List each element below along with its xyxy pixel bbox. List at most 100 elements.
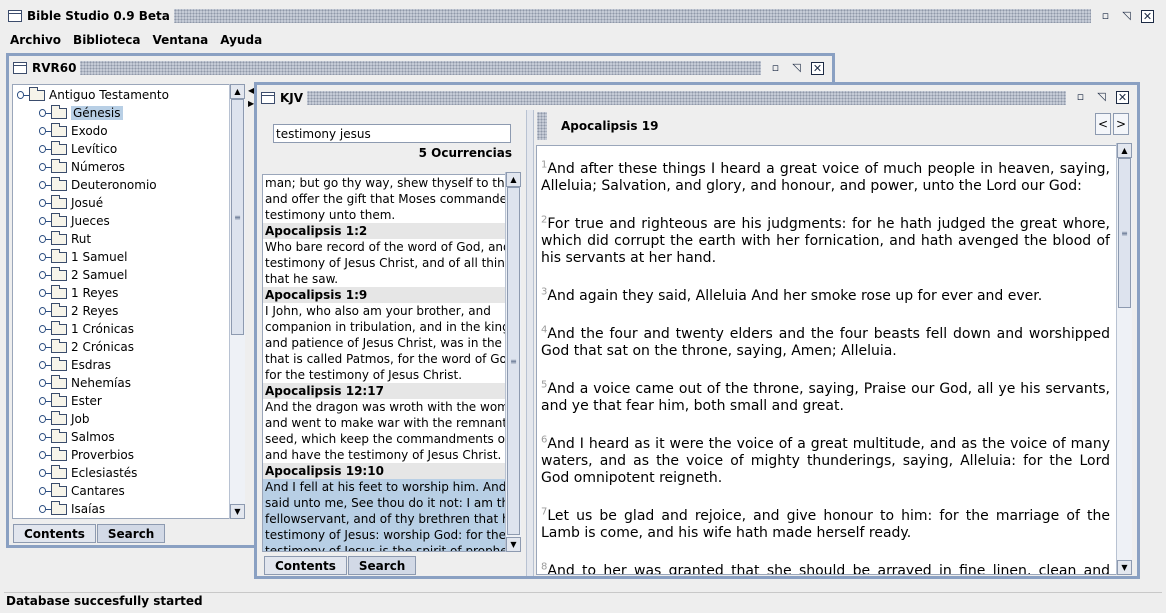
minimize-icon[interactable]: ▫	[1099, 9, 1112, 23]
tree-collapsed-icon[interactable]	[39, 343, 51, 351]
tree-root[interactable]: Antiguo Testamento	[17, 86, 169, 104]
verse[interactable]: 7Let us be glad and rejoice, and give ho…	[541, 507, 1110, 542]
scroll-thumb[interactable]: ≡	[231, 99, 244, 335]
result-text-line[interactable]: for the testimony of Jesus Christ.	[263, 367, 505, 383]
app-titlebar[interactable]: Bible Studio 0.9 Beta ▫ ◹ ✕	[4, 6, 1162, 26]
result-text-line[interactable]: that he saw.	[263, 271, 505, 287]
search-input[interactable]	[273, 124, 511, 143]
result-text-line[interactable]: said unto me, See thou do it not: I am t…	[263, 495, 505, 511]
minimize-icon[interactable]: ▫	[769, 61, 782, 75]
tree-item[interactable]: Job	[39, 410, 90, 428]
tree-collapsed-icon[interactable]	[39, 289, 51, 297]
rvr60-titlebar[interactable]: RVR60 ▫ ◹ ✕	[9, 56, 832, 80]
result-text-line[interactable]: Who bare record of the word of God, and …	[263, 239, 505, 255]
result-text-line[interactable]: that is called Patmos, for the word of G…	[263, 351, 505, 367]
menu-ventana[interactable]: Ventana	[152, 33, 208, 47]
scroll-up-icon[interactable]: ▲	[1117, 143, 1132, 158]
tree-collapsed-icon[interactable]	[39, 307, 51, 315]
verse[interactable]: 3And again they said, Alleluia And her s…	[541, 287, 1110, 305]
menu-archivo[interactable]: Archivo	[10, 33, 61, 47]
scroll-thumb[interactable]: ≡	[507, 187, 520, 535]
tab-contents[interactable]: Contents	[13, 524, 96, 543]
tree-collapsed-icon[interactable]	[39, 235, 51, 243]
tree-item[interactable]: Eclesiastés	[39, 464, 137, 482]
tree-collapsed-icon[interactable]	[39, 397, 51, 405]
close-icon[interactable]: ✕	[811, 61, 824, 75]
result-text-line[interactable]: and went to make war with the remnant of…	[263, 415, 505, 431]
tree-item[interactable]: 1 Reyes	[39, 284, 118, 302]
tree-item[interactable]: Ester	[39, 392, 102, 410]
result-text-line[interactable]: and patience of Jesus Christ, was in the…	[263, 335, 505, 351]
tree-item[interactable]: Exodo	[39, 122, 108, 140]
tree-item[interactable]: 2 Reyes	[39, 302, 118, 320]
result-text-line[interactable]: man; but go thy way, shew thyself to the…	[263, 175, 505, 191]
kjv-titlebar[interactable]: KJV ▫ ◹ ✕	[257, 85, 1137, 110]
scroll-down-icon[interactable]: ▼	[1117, 560, 1132, 575]
tree-collapsed-icon[interactable]	[39, 325, 51, 333]
result-text-line[interactable]: I John, who also am your brother, and	[263, 303, 505, 319]
result-text-line[interactable]: seed, which keep the commandments of God…	[263, 431, 505, 447]
tree-item[interactable]: Esdras	[39, 356, 111, 374]
scroll-thumb[interactable]: ≡	[1118, 158, 1131, 308]
tree-collapsed-icon[interactable]	[39, 451, 51, 459]
result-text-line[interactable]: and have the testimony of Jesus Christ.	[263, 447, 505, 463]
tree-item[interactable]: Isaías	[39, 500, 105, 518]
tree-collapsed-icon[interactable]	[39, 253, 51, 261]
result-text-line[interactable]: testimony of Jesus: worship God: for the	[263, 527, 505, 543]
tree-item[interactable]: Jueces	[39, 212, 110, 230]
close-icon[interactable]: ✕	[1116, 91, 1129, 104]
tree-collapsed-icon[interactable]	[39, 487, 51, 495]
tree-collapsed-icon[interactable]	[39, 379, 51, 387]
verse[interactable]: 6And I heard as it were the voice of a g…	[541, 435, 1110, 487]
tree-collapsed-icon[interactable]	[39, 433, 51, 441]
tree-item[interactable]: Rut	[39, 230, 91, 248]
tree-item[interactable]: Salmos	[39, 428, 115, 446]
maximize-icon[interactable]: ◹	[1120, 9, 1133, 23]
tree-collapsed-icon[interactable]	[39, 505, 51, 513]
tree-collapsed-icon[interactable]	[39, 145, 51, 153]
result-text-line[interactable]: testimony unto them.	[263, 207, 505, 223]
result-reference[interactable]: Apocalipsis 1:2	[263, 223, 505, 239]
scroll-down-icon[interactable]: ▼	[506, 537, 521, 552]
next-chapter-button[interactable]: >	[1113, 113, 1129, 135]
result-reference[interactable]: Apocalipsis 19:10	[263, 463, 505, 479]
tree-collapsed-icon[interactable]	[39, 163, 51, 171]
result-text-line[interactable]: and offer the gift that Moses commanded,…	[263, 191, 505, 207]
verse[interactable]: 8And to her was granted that she should …	[541, 562, 1110, 574]
menu-biblioteca[interactable]: Biblioteca	[73, 33, 140, 47]
verse[interactable]: 4And the four and twenty elders and the …	[541, 325, 1110, 360]
scroll-up-icon[interactable]: ▲	[230, 84, 245, 99]
tree-scrollbar[interactable]: ▲ ≡ ▼	[229, 84, 245, 519]
verse[interactable]: 5And a voice came out of the throne, say…	[541, 380, 1110, 415]
close-icon[interactable]: ✕	[1141, 9, 1154, 23]
tree-item[interactable]: Levítico	[39, 140, 117, 158]
tree-item[interactable]: 1 Samuel	[39, 248, 127, 266]
tree-item[interactable]: Josué	[39, 194, 103, 212]
result-reference[interactable]: Apocalipsis 1:9	[263, 287, 505, 303]
tree-expand-icon[interactable]	[17, 91, 29, 99]
tree-collapsed-icon[interactable]	[39, 415, 51, 423]
tree-item[interactable]: 2 Crónicas	[39, 338, 134, 356]
tree-item[interactable]: Deuteronomio	[39, 176, 157, 194]
tree-collapsed-icon[interactable]	[39, 127, 51, 135]
result-text-line[interactable]: And I fell at his feet to worship him. A…	[263, 479, 505, 495]
tree-item[interactable]: Proverbios	[39, 446, 134, 464]
result-text-line[interactable]: testimony of Jesus is the spirit of prop…	[263, 543, 505, 551]
menu-ayuda[interactable]: Ayuda	[220, 33, 262, 47]
verse[interactable]: 2For true and righteous are his judgment…	[541, 215, 1110, 267]
result-text-line[interactable]: And the dragon was wroth with the woman,	[263, 399, 505, 415]
tree-collapsed-icon[interactable]	[39, 469, 51, 477]
result-reference[interactable]: Apocalipsis 12:17	[263, 383, 505, 399]
tree-collapsed-icon[interactable]	[39, 271, 51, 279]
maximize-icon[interactable]: ◹	[790, 61, 803, 75]
tab-contents[interactable]: Contents	[264, 556, 347, 575]
minimize-icon[interactable]: ▫	[1074, 91, 1087, 104]
tree-item[interactable]: Cantares	[39, 482, 125, 500]
pane-divider[interactable]	[526, 110, 534, 576]
prev-chapter-button[interactable]: <	[1095, 113, 1111, 135]
tree-item[interactable]: 1 Crónicas	[39, 320, 134, 338]
tree-collapsed-icon[interactable]	[39, 361, 51, 369]
tree-collapsed-icon[interactable]	[39, 199, 51, 207]
tree-item[interactable]: Nehemías	[39, 374, 131, 392]
tree-collapsed-icon[interactable]	[39, 217, 51, 225]
